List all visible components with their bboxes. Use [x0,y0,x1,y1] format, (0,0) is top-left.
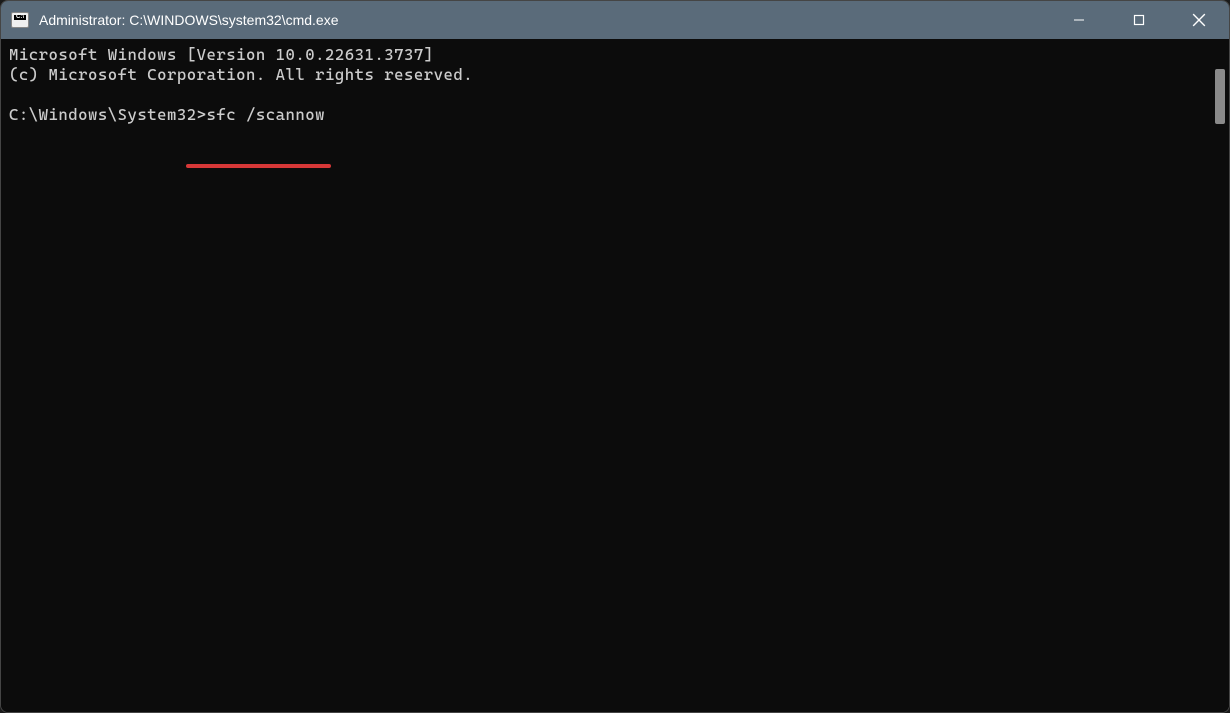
cmd-window: C:\ Administrator: C:\WINDOWS\system32\c… [0,0,1230,713]
content-area: Microsoft Windows [Version 10.0.22631.37… [1,39,1229,712]
close-button[interactable] [1169,1,1229,39]
red-underline-annotation [186,164,331,168]
title-bar[interactable]: C:\ Administrator: C:\WINDOWS\system32\c… [1,1,1229,39]
cmd-icon: C:\ [11,12,29,28]
minimize-button[interactable] [1049,1,1109,39]
maximize-icon [1133,14,1145,26]
copyright-line: (c) Microsoft Corporation. All rights re… [9,65,473,84]
window-title: Administrator: C:\WINDOWS\system32\cmd.e… [39,12,1049,28]
minimize-icon [1073,14,1085,26]
prompt-path: C:\Windows\System32> [9,105,207,125]
terminal-output[interactable]: Microsoft Windows [Version 10.0.22631.37… [1,39,1211,712]
vertical-scrollbar[interactable] [1211,39,1229,712]
maximize-button[interactable] [1109,1,1169,39]
window-controls [1049,1,1229,39]
scrollbar-thumb[interactable] [1215,69,1225,124]
version-line: Microsoft Windows [Version 10.0.22631.37… [9,45,434,64]
entered-command: sfc /scannow [207,105,326,125]
close-icon [1192,13,1206,27]
